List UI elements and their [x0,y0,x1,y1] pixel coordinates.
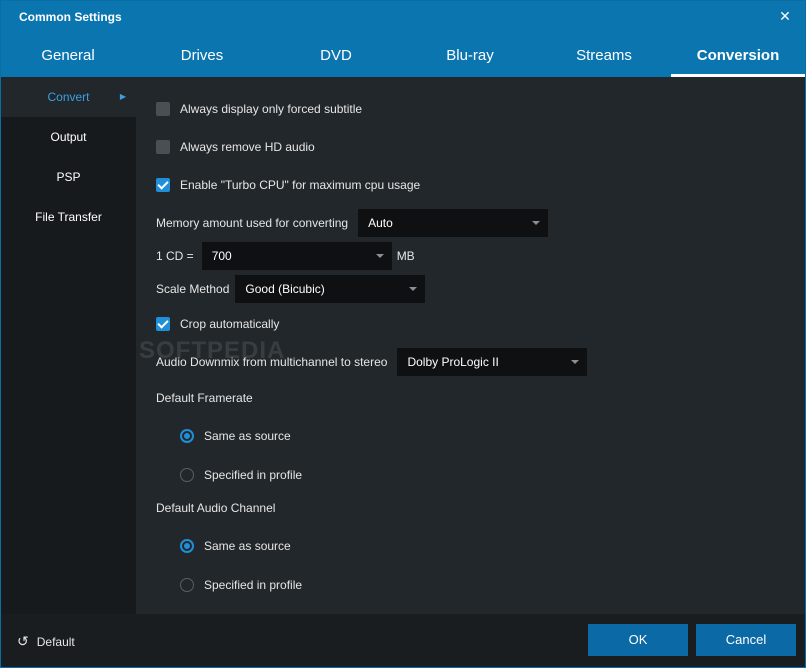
default-framerate-heading-row: Default Framerate [156,391,253,405]
memory-value: Auto [368,216,393,230]
sidebar-item-label: File Transfer [35,210,102,224]
cd-size-value: 700 [211,249,232,263]
sidebar-item-label: Output [50,130,87,144]
turbo-cpu-label: Enable "Turbo CPU" for maximum cpu usage [180,178,421,192]
tab-general[interactable]: General [1,39,135,77]
cancel-button[interactable]: Cancel [696,624,796,656]
audio-downmix-row: Audio Downmix from multichannel to stere… [156,348,588,376]
cd-size-label: 1 CD = [156,249,194,263]
forced-subtitle-checkbox[interactable] [156,102,170,116]
ok-button[interactable]: OK [588,624,688,656]
scale-method-value: Good (Bicubic) [245,282,325,296]
cd-size-unit: MB [396,249,415,263]
cd-size-select[interactable]: 700 [201,242,392,270]
close-icon[interactable]: ✕ [775,6,795,26]
forced-subtitle-label: Always display only forced subtitle [180,102,363,116]
memory-row: Memory amount used for converting Auto [156,209,549,237]
audio-downmix-value: Dolby ProLogic II [407,355,499,369]
chevron-down-icon [571,360,580,364]
framerate-profile-label: Specified in profile [204,468,303,482]
tab-blu-ray[interactable]: Blu-ray [403,39,537,77]
turbo-cpu-row: Enable "Turbo CPU" for maximum cpu usage [156,178,420,192]
tab-streams[interactable]: Streams [537,39,671,77]
cd-size-row: 1 CD = 700 MB [156,242,415,270]
footer: ↺ Default OK Cancel [1,614,805,667]
sidebar-item-psp[interactable]: PSP [1,157,136,197]
reset-icon: ↺ [17,633,29,649]
crop-auto-label: Crop automatically [180,317,280,331]
crop-auto-row: Crop automatically [156,317,279,331]
framerate-profile-radio[interactable] [180,468,194,482]
default-label: Default [36,634,75,649]
tab-drives[interactable]: Drives [135,39,269,77]
audio-same-row: Same as source [180,539,291,553]
sidebar-item-output[interactable]: Output [1,117,136,157]
sidebar-item-label: PSP [56,170,81,184]
forced-subtitle-row: Always display only forced subtitle [156,102,362,116]
tab-dvd[interactable]: DVD [269,39,403,77]
audio-profile-radio[interactable] [180,578,194,592]
default-framerate-label: Default Framerate [156,391,253,405]
framerate-profile-row: Specified in profile [180,468,302,482]
audio-profile-label: Specified in profile [204,578,303,592]
sidebar-item-label: Convert [47,90,90,104]
scale-method-label: Scale Method [156,282,230,296]
memory-select[interactable]: Auto [358,209,549,237]
title-bar: Common Settings ✕ General Drives DVD Blu… [1,1,805,77]
settings-window: Common Settings ✕ General Drives DVD Blu… [0,0,806,668]
scale-method-select[interactable]: Good (Bicubic) [235,275,426,303]
default-audio-channel-heading-row: Default Audio Channel [156,501,275,515]
scale-method-row: Scale Method Good (Bicubic) [156,275,426,303]
audio-downmix-label: Audio Downmix from multichannel to stere… [156,355,388,369]
window-title: Common Settings [19,10,122,24]
chevron-down-icon [375,254,384,258]
audio-same-label: Same as source [204,539,291,553]
sidebar-item-convert[interactable]: Convert ▶ [1,77,136,117]
remove-hd-audio-row: Always remove HD audio [156,140,315,154]
tab-conversion[interactable]: Conversion [671,39,805,77]
framerate-same-radio[interactable] [180,429,194,443]
audio-profile-row: Specified in profile [180,578,302,592]
audio-downmix-select[interactable]: Dolby ProLogic II [397,348,588,376]
framerate-same-row: Same as source [180,429,291,443]
crop-auto-checkbox[interactable] [156,317,170,331]
default-audio-channel-label: Default Audio Channel [156,501,276,515]
chevron-down-icon [532,221,541,225]
remove-hd-audio-checkbox[interactable] [156,140,170,154]
chevron-down-icon [409,287,418,291]
settings-panel: Always display only forced subtitle Alwa… [136,77,805,614]
framerate-same-label: Same as source [204,429,291,443]
chevron-right-icon: ▶ [119,92,126,101]
sidebar-item-file-transfer[interactable]: File Transfer [1,197,136,237]
memory-label: Memory amount used for converting [156,216,349,230]
remove-hd-audio-label: Always remove HD audio [180,140,315,154]
turbo-cpu-checkbox[interactable] [156,178,170,192]
default-button[interactable]: ↺ Default [17,633,75,650]
sidebar: Convert ▶ Output PSP File Transfer [1,77,136,614]
tab-bar: General Drives DVD Blu-ray Streams Conve… [1,39,805,77]
audio-same-radio[interactable] [180,539,194,553]
